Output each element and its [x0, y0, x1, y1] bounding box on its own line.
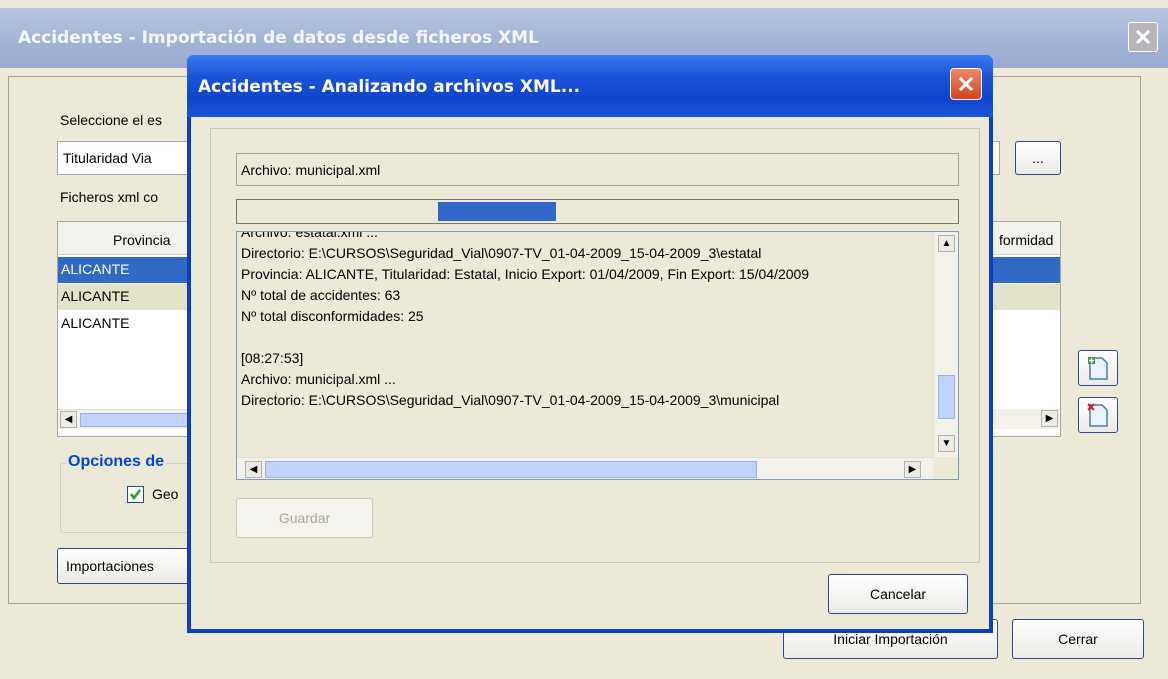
progress-dialog: Accidentes - Analizando archivos XML... … — [187, 55, 993, 633]
row-provincia: ALICANTE — [61, 261, 130, 277]
files-table[interactable]: Provincia ALICANTE ALICANTE ALICANTE ◀ — [57, 221, 197, 437]
importaciones-button[interactable]: Importaciones — [57, 548, 202, 584]
log-line: Nº total de accidentes: 63 — [241, 287, 401, 303]
progress-bar — [236, 199, 959, 224]
scroll-down-button[interactable]: ▼ — [938, 435, 955, 452]
geo-checkbox[interactable] — [127, 486, 144, 503]
log-line: Archivo: estatal.xml ... — [241, 231, 378, 240]
scroll-left-button[interactable]: ◀ — [60, 411, 77, 428]
column-header-provincia[interactable]: Provincia — [113, 232, 171, 248]
log-line: Nº total disconformidades: 25 — [241, 308, 424, 324]
log-line: Directorio: E:\CURSOS\Seguridad_Vial\090… — [241, 245, 762, 261]
table-hscrollbar[interactable]: ◀ — [58, 409, 196, 429]
select-label: Seleccione el es — [60, 112, 162, 128]
table-row[interactable]: ALICANTE — [58, 311, 196, 337]
options-group-title: Opciones de — [66, 453, 167, 471]
main-window-title: Accidentes - Importación de datos desde … — [18, 28, 539, 48]
titularidad-combo[interactable]: Titularidad Via — [57, 141, 197, 175]
progress-bar-fill — [438, 202, 556, 221]
log-line: [08:27:53] — [241, 350, 304, 366]
table-hscrollbar-right[interactable]: ▶ — [991, 409, 1060, 429]
log-text-area[interactable]: Archivo: estatal.xml ... Directorio: E:\… — [236, 231, 959, 480]
check-icon — [130, 489, 141, 501]
table-header-right: formidad — [991, 222, 1060, 255]
titularidad-value: Titularidad Via — [63, 150, 152, 166]
dialog-title: Accidentes - Analizando archivos XML... — [198, 77, 581, 97]
log-content: Archivo: estatal.xml ... Directorio: E:\… — [241, 231, 933, 444]
cancelar-button[interactable]: Cancelar — [828, 574, 968, 614]
geo-checkbox-label: Geo — [152, 486, 179, 502]
current-file-text: Archivo: municipal.xml — [241, 162, 381, 178]
dialog-body: Archivo: municipal.xml Archivo: estatal.… — [191, 117, 989, 629]
remove-file-button[interactable] — [1078, 397, 1118, 433]
current-file-field: Archivo: municipal.xml — [236, 153, 959, 186]
scroll-right-button[interactable]: ▶ — [1041, 410, 1058, 427]
main-close-button[interactable] — [1128, 22, 1158, 52]
files-table-right[interactable]: formidad ▶ — [990, 221, 1061, 437]
log-vscroll-thumb[interactable] — [938, 375, 955, 419]
log-hscroll-thumb[interactable] — [265, 461, 757, 478]
add-file-icon — [1088, 357, 1108, 380]
scroll-thumb[interactable] — [80, 413, 196, 427]
dialog-close-button[interactable] — [950, 68, 982, 100]
log-line: Provincia: ALICANTE, Titularidad: Estata… — [241, 266, 810, 282]
close-icon — [1135, 29, 1151, 45]
column-header-disconformidad[interactable]: formidad — [999, 232, 1053, 248]
scroll-up-button[interactable]: ▲ — [938, 235, 955, 252]
close-icon — [958, 76, 974, 92]
table-row-right[interactable] — [991, 257, 1060, 283]
scroll-right-button[interactable]: ▶ — [904, 461, 921, 478]
cerrar-button[interactable]: Cerrar — [1012, 619, 1144, 659]
log-hscrollbar[interactable]: ◀ ▶ — [237, 457, 933, 479]
table-row[interactable]: ALICANTE — [58, 257, 196, 283]
browse-button[interactable]: ... — [1015, 141, 1061, 175]
add-file-button[interactable] — [1078, 350, 1118, 386]
files-label: Ficheros xml co — [60, 189, 159, 205]
row-provincia: ALICANTE — [61, 315, 130, 331]
guardar-button[interactable]: Guardar — [236, 498, 373, 538]
log-line: Directorio: E:\CURSOS\Seguridad_Vial\090… — [241, 392, 780, 408]
table-row[interactable]: ALICANTE — [58, 284, 196, 310]
scroll-left-button[interactable]: ◀ — [245, 461, 262, 478]
log-line: Archivo: municipal.xml ... — [241, 371, 396, 387]
table-header: Provincia — [58, 222, 196, 255]
dialog-title-bar: Accidentes - Analizando archivos XML... — [187, 55, 993, 117]
row-provincia: ALICANTE — [61, 288, 130, 304]
log-vscrollbar[interactable]: ▲ ▼ — [933, 232, 958, 457]
table-row-right[interactable] — [991, 284, 1060, 310]
remove-file-icon — [1087, 403, 1108, 427]
